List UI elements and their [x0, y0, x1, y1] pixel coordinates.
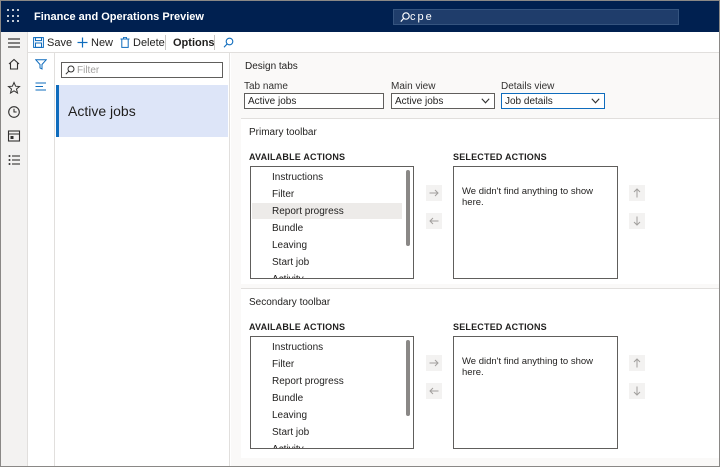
details-view-dropdown[interactable]: Job details [501, 93, 605, 109]
empty-state-text: We didn't find anything to show here. [462, 356, 594, 378]
secondary-available-list[interactable]: Instructions Filter Report progress Bund… [250, 336, 414, 449]
details-view-value: Job details [505, 96, 553, 107]
list-item[interactable]: Report progress [252, 203, 402, 219]
list-view-icon[interactable] [35, 82, 47, 91]
list-item[interactable]: Report progress [252, 373, 402, 389]
arrow-right-icon [429, 359, 439, 367]
hamburger-icon[interactable] [7, 36, 21, 50]
move-down-button[interactable] [629, 213, 645, 229]
search-icon [223, 37, 234, 48]
add-action-button[interactable] [426, 355, 442, 371]
list-item[interactable]: Activity [252, 271, 402, 278]
save-button[interactable]: Save [33, 35, 72, 50]
delete-label: Delete [133, 36, 165, 49]
primary-available-list[interactable]: Instructions Filter Report progress Bund… [250, 166, 414, 279]
filter-icon[interactable] [35, 59, 47, 70]
search-box[interactable]: cpe [393, 9, 679, 25]
list-item[interactable]: Active jobs [56, 85, 228, 137]
navigation-rail [1, 32, 28, 466]
remove-action-button[interactable] [426, 383, 442, 399]
list-item[interactable]: Start job [252, 424, 402, 440]
list-pane: Active jobs [55, 53, 230, 466]
tab-name-field[interactable]: Active jobs [244, 93, 384, 109]
list-item[interactable]: Instructions [252, 339, 402, 355]
options-button[interactable]: Options [173, 35, 215, 50]
filter-field[interactable] [61, 62, 223, 78]
move-down-button[interactable] [629, 383, 645, 399]
chevron-down-icon [591, 98, 600, 104]
plus-icon [77, 37, 88, 48]
main-view-value: Active jobs [395, 96, 444, 107]
primary-toolbar-title: Primary toolbar [249, 127, 317, 138]
top-bar: Finance and Operations Preview cpe [1, 1, 719, 32]
filter-input[interactable] [77, 63, 221, 77]
list-item[interactable]: Filter [252, 356, 402, 372]
tab-name-label: Tab name [244, 81, 288, 92]
toolbar-divider [214, 35, 215, 50]
secondary-selected-list[interactable]: We didn't find anything to show here. [453, 336, 618, 449]
arrow-right-icon [429, 189, 439, 197]
arrow-down-icon [633, 216, 641, 226]
list-item[interactable]: Leaving [252, 407, 402, 423]
search-icon [65, 65, 75, 75]
app-window: Finance and Operations Preview cpe Save … [0, 0, 720, 467]
toolbar-search-button[interactable] [223, 35, 237, 50]
secondary-toolbar-card: Secondary toolbar AVAILABLE ACTIONS SELE… [241, 288, 719, 458]
scrollbar[interactable] [406, 340, 410, 416]
home-icon[interactable] [7, 57, 21, 71]
list-item[interactable]: Activity [252, 441, 402, 448]
list-item[interactable]: Bundle [252, 390, 402, 406]
chevron-down-icon [481, 98, 490, 104]
arrow-left-icon [429, 217, 439, 225]
main-content: Design tabs Tab name Active jobs Main vi… [231, 53, 719, 466]
list-item[interactable]: Start job [252, 254, 402, 270]
secondary-toolbar-title: Secondary toolbar [249, 297, 331, 308]
main-view-dropdown[interactable]: Active jobs [391, 93, 495, 109]
search-query[interactable]: cpe [410, 11, 434, 23]
waffle-icon[interactable] [7, 9, 21, 23]
design-tabs-heading: Design tabs [245, 61, 298, 72]
save-icon [33, 37, 44, 48]
save-label: Save [47, 36, 73, 49]
secondary-available-header: AVAILABLE ACTIONS [249, 322, 346, 332]
workspace-icon[interactable] [7, 129, 21, 143]
action-bar: Save New Delete Options [28, 32, 719, 53]
app-title: Finance and Operations Preview [34, 11, 204, 23]
arrow-up-icon [633, 358, 641, 368]
toolbar-divider [165, 35, 166, 50]
list-icon[interactable] [7, 153, 21, 167]
list-item[interactable]: Filter [252, 186, 402, 202]
search-icon [400, 12, 410, 22]
delete-button[interactable]: Delete [120, 35, 165, 50]
star-icon[interactable] [7, 81, 21, 95]
list-item[interactable]: Bundle [252, 220, 402, 236]
list-item[interactable]: Instructions [252, 169, 402, 185]
new-label: New [91, 36, 114, 49]
clock-icon[interactable] [7, 105, 21, 119]
list-item-label: Active jobs [68, 103, 136, 119]
trash-icon [120, 37, 130, 48]
primary-selected-list[interactable]: We didn't find anything to show here. [453, 166, 618, 279]
move-up-button[interactable] [629, 185, 645, 201]
main-view-label: Main view [391, 81, 436, 92]
empty-state-text: We didn't find anything to show here. [462, 186, 594, 208]
arrow-up-icon [633, 188, 641, 198]
primary-available-header: AVAILABLE ACTIONS [249, 152, 346, 162]
remove-action-button[interactable] [426, 213, 442, 229]
primary-toolbar-card: Primary toolbar AVAILABLE ACTIONS SELECT… [241, 118, 719, 284]
filter-rail [28, 53, 55, 466]
secondary-selected-header: SELECTED ACTIONS [453, 322, 547, 332]
add-action-button[interactable] [426, 185, 442, 201]
new-button[interactable]: New [77, 35, 113, 50]
scrollbar[interactable] [406, 170, 410, 246]
list-item[interactable]: Leaving [252, 237, 402, 253]
details-view-label: Details view [501, 81, 555, 92]
move-up-button[interactable] [629, 355, 645, 371]
arrow-left-icon [429, 387, 439, 395]
primary-selected-header: SELECTED ACTIONS [453, 152, 547, 162]
arrow-down-icon [633, 386, 641, 396]
